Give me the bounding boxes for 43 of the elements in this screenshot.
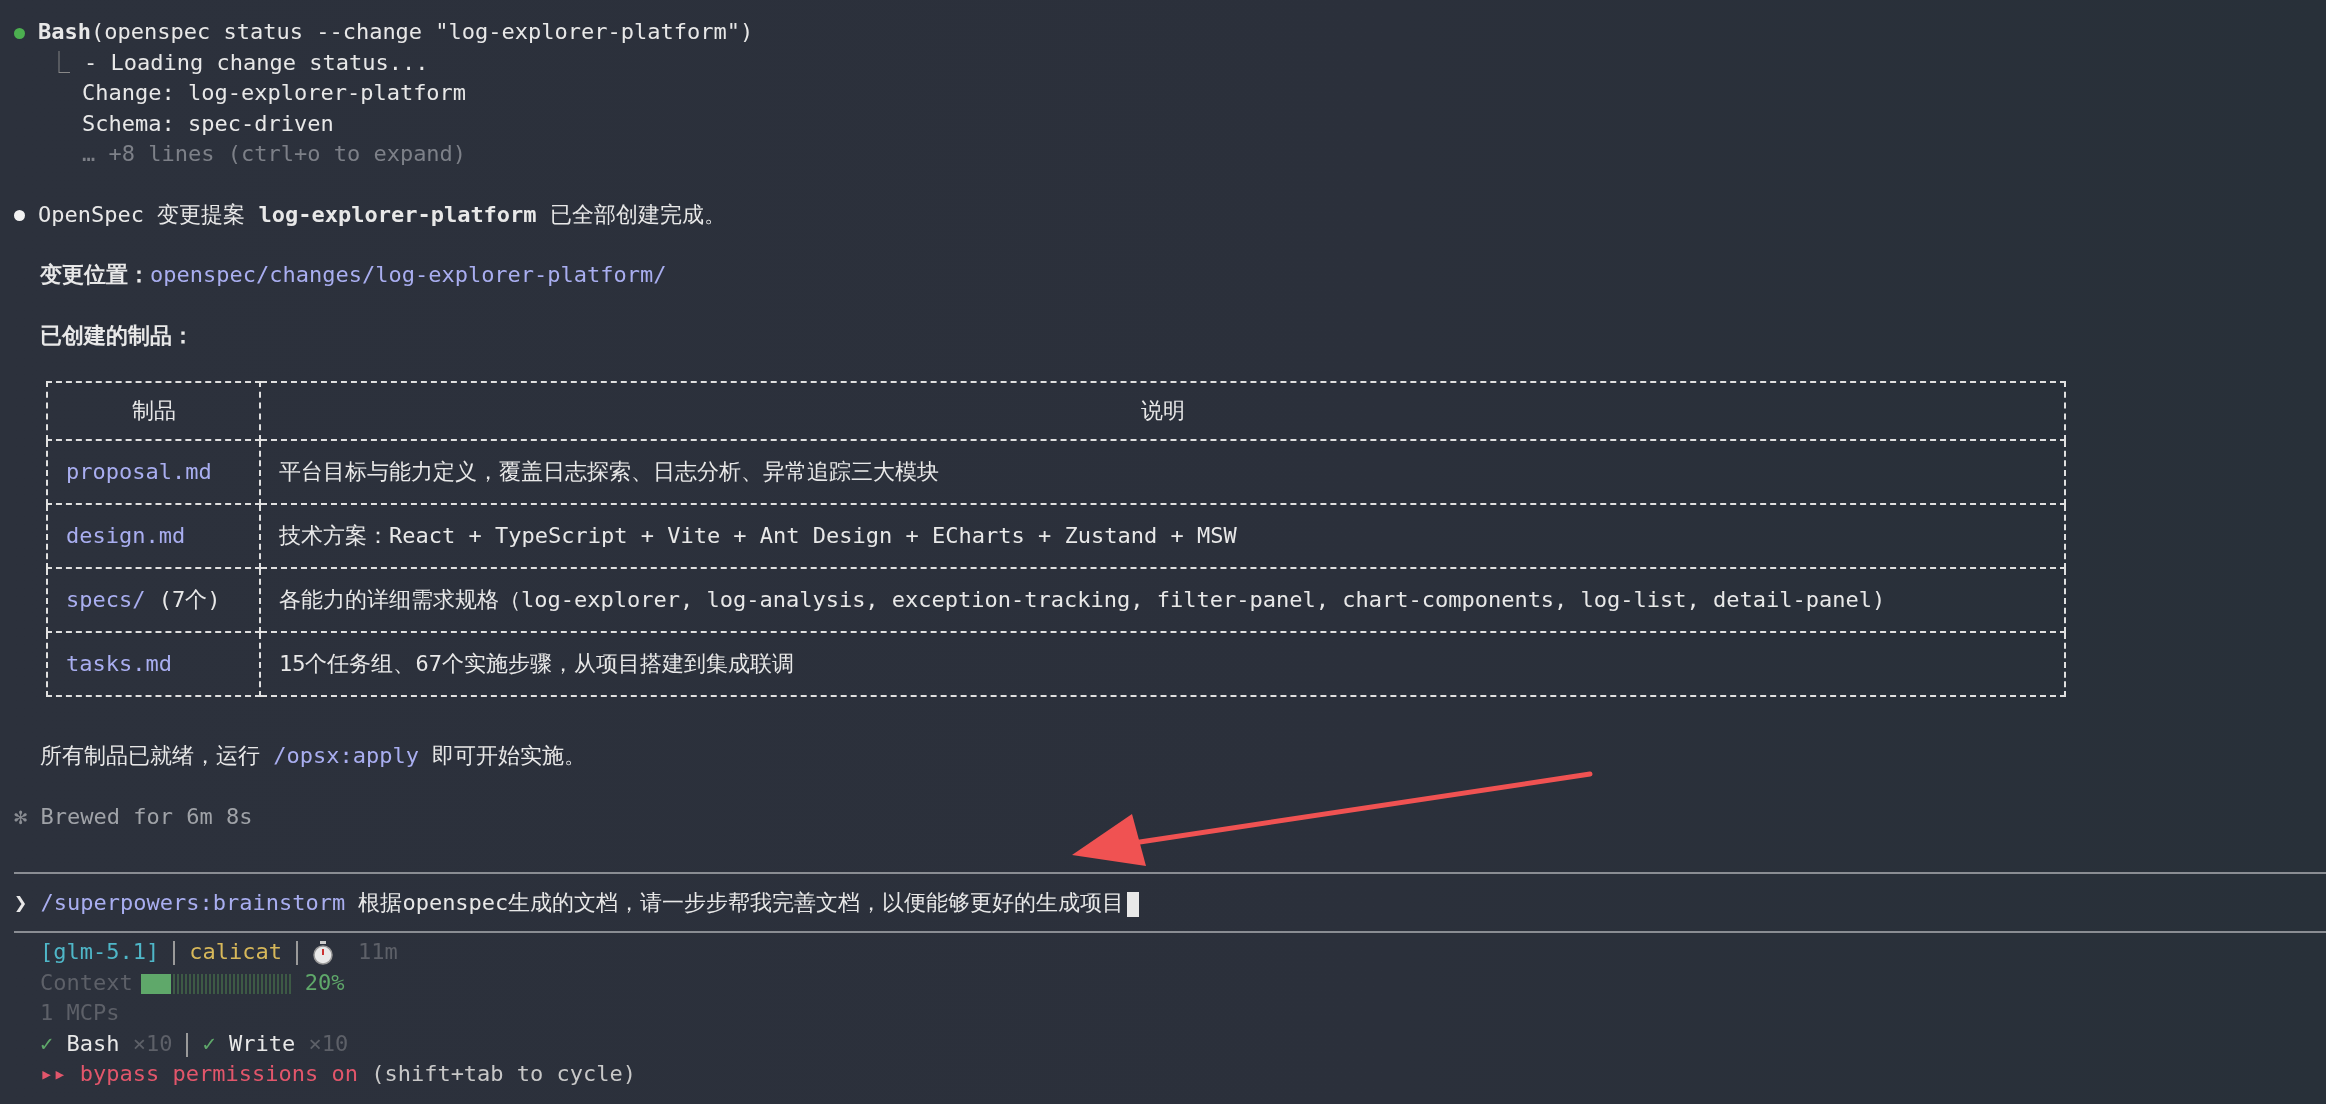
mode-text: bypass permissions on [79,1061,358,1086]
slash-command[interactable]: /superpowers:brainstorm [40,890,346,915]
closing-text: 即可开始实施。 [432,743,587,768]
text-cursor [1127,891,1140,917]
tool-name: Bash [38,19,91,44]
collapsed-note: … +8 lines (ctrl+o to expand) [82,141,467,166]
command-link[interactable]: /opsx:apply [273,743,419,768]
check-icon: ✓ [40,1030,54,1056]
path-link[interactable]: openspec/changes/log-explorer-platform/ [150,262,667,287]
file-link[interactable]: tasks.md [66,650,172,676]
mode-icon: ▸▸ [40,1061,67,1086]
brewed-icon: ✻ [14,803,28,829]
mode-hint: (shift+tab to cycle) [371,1061,637,1086]
bullet-icon [14,210,25,221]
user-name: calicat [189,939,282,964]
tree-mark: ⎿ [48,49,70,75]
output-line: Schema: spec-driven [82,110,334,136]
prompt-icon: ❯ [14,890,28,915]
file-link[interactable]: specs/ [66,586,146,612]
prompt-input[interactable]: 根据openspec生成的文档，请一步步帮我完善文档，以便能够更好的生成项目 [358,890,1125,915]
output-line: Change: log-explorer-platform [82,80,467,105]
file-count: (7个) [157,586,221,612]
section-heading: 已创建的制品： [40,322,194,348]
file-link[interactable]: proposal.md [66,458,212,484]
message-text: OpenSpec 变更提案 log-explorer-platform 已全部创建完成。 [38,201,726,227]
column-header: 说明 [260,382,2065,440]
check-icon: ✓ [202,1030,216,1056]
context-percent: 20% [304,969,345,995]
table-cell: 各能力的详细需求规格（log-explorer, log-analysis, exception-tracking, filter-panel, chart-components, log-list, detail-panel) [260,568,2065,632]
table-cell: 技术方案：React + TypeScript + Vite + Ant Design + ECharts + Zustand + MSW [260,504,2065,568]
column-header: 制品 [47,382,260,440]
brewed-text: Brewed for 6m 8s [40,803,253,829]
location-label: 变更位置： [40,262,150,287]
closing-text: 所有制品已就绪，运行 [40,743,260,768]
output-line: - Loading change status... [84,49,429,75]
tool-label: Write [229,1030,296,1056]
table-cell: 15个任务组、67个实施步骤，从项目搭建到集成联调 [260,632,2065,696]
tool-args: (openspec status --change "log-explorer-platform") [91,19,754,44]
stopwatch-icon [311,941,334,965]
model-name: [glm-5.1] [40,939,160,964]
tool-label: Bash [66,1030,120,1056]
table-cell: 平台目标与能力定义，覆盖日志探索、日志分析、异常追踪三大模块 [260,440,2065,504]
file-link[interactable]: design.md [66,522,186,548]
